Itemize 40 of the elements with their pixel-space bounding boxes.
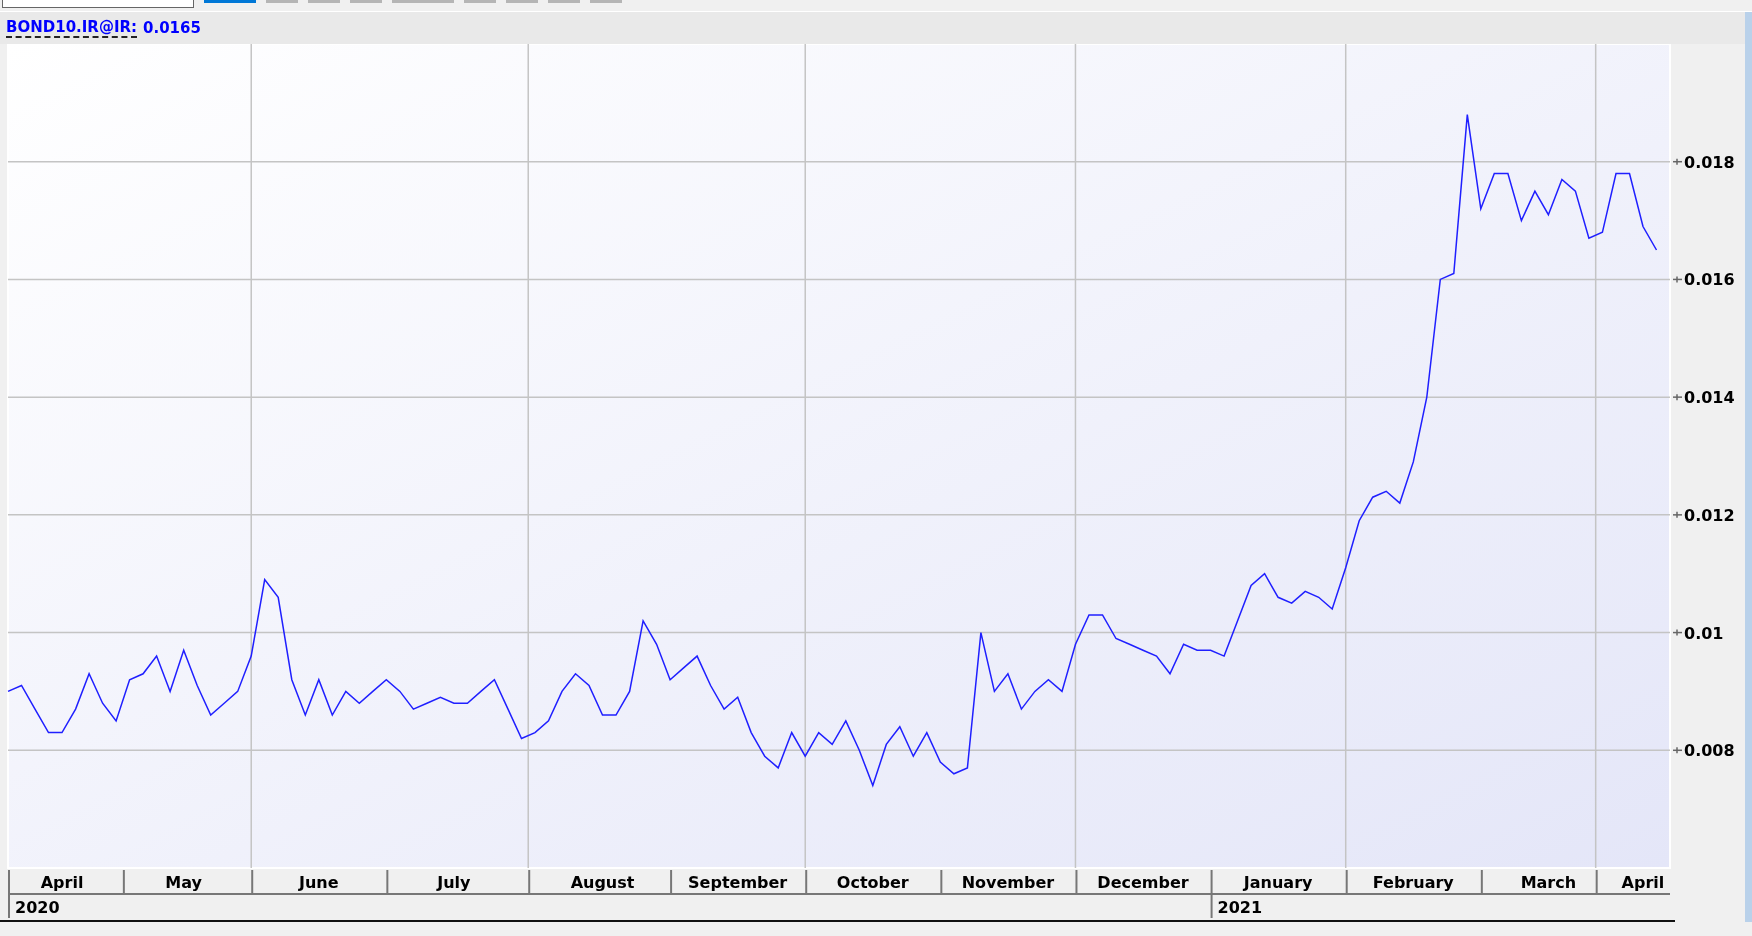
year-label: 2020: [15, 898, 60, 917]
tick-mark: [1672, 275, 1683, 284]
symbol-link[interactable]: BOND10.IR@IR:: [6, 18, 138, 38]
month-label: May: [165, 873, 202, 892]
month-label: December: [1097, 873, 1189, 892]
tick-mark: [1672, 511, 1683, 519]
axis-label: 0.012: [1684, 505, 1735, 525]
axis-label: 0.01: [1684, 623, 1724, 643]
price-value: 0.0165: [143, 19, 201, 37]
scrollbar-track[interactable]: [1745, 12, 1752, 922]
tick-mark: [1672, 393, 1683, 401]
month-label: July: [437, 873, 471, 892]
toolbar-tab[interactable]: [204, 0, 256, 3]
toolbar-field[interactable]: [2, 0, 194, 8]
axis-label: 0.008: [1684, 741, 1735, 761]
toolbar-tab[interactable]: [464, 0, 496, 3]
toolbar-tab[interactable]: [350, 0, 382, 3]
toolbar-tab[interactable]: [548, 0, 580, 3]
month-label: October: [836, 873, 909, 892]
axis-label: 0.016: [1684, 270, 1735, 290]
month-label: June: [299, 873, 339, 892]
toolbar-tab[interactable]: [590, 0, 622, 3]
month-label: April: [1621, 873, 1665, 892]
tick-mark: [1672, 628, 1683, 637]
month-label: February: [1372, 873, 1454, 892]
month-label: January: [1243, 873, 1313, 892]
month-label: April: [40, 873, 84, 892]
toolbar-tab[interactable]: [392, 0, 454, 3]
month-label: March: [1520, 873, 1577, 892]
month-label: August: [570, 873, 635, 892]
axis-label: 0.018: [1684, 152, 1735, 172]
month-label: September: [688, 873, 788, 892]
tick-mark: [1672, 157, 1683, 166]
tick-mark: [1672, 746, 1683, 755]
toolbar-tab[interactable]: [308, 0, 340, 3]
toolbar-tab[interactable]: [506, 0, 538, 3]
year-label: 2021: [1217, 898, 1263, 917]
month-label: November: [961, 873, 1055, 892]
axis-label: 0.014: [1684, 388, 1735, 408]
toolbar-tab[interactable]: [266, 0, 298, 3]
